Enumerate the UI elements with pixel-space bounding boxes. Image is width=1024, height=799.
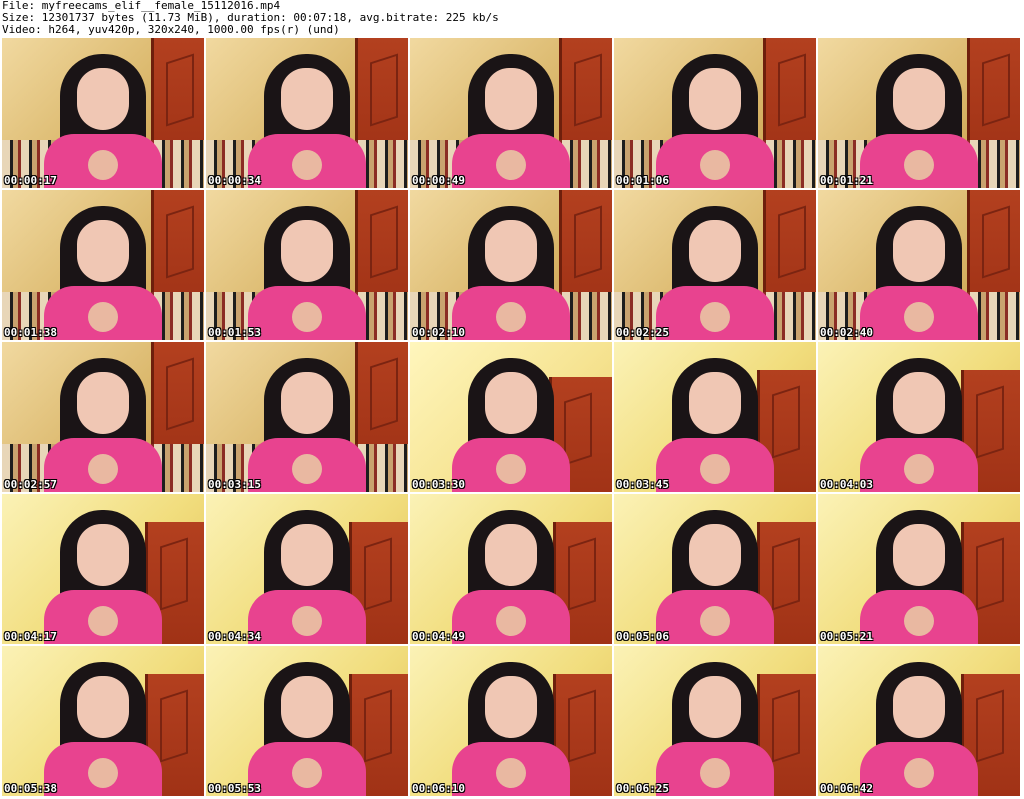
thumbnail: 00:05:21 (818, 494, 1020, 644)
thumbnail: 00:00:49 (410, 38, 612, 188)
timestamp-label: 00:03:15 (208, 478, 261, 491)
thumbnail: 00:01:06 (614, 38, 816, 188)
timestamp-label: 00:00:17 (4, 174, 57, 187)
person-figure (860, 200, 978, 340)
person-figure (248, 656, 366, 796)
thumbnail: 00:06:42 (818, 646, 1020, 796)
timestamp-label: 00:00:34 (208, 174, 261, 187)
person-figure (248, 200, 366, 340)
timestamp-label: 00:00:49 (412, 174, 465, 187)
person-figure (452, 48, 570, 188)
person-figure (860, 48, 978, 188)
thumbnail: 00:02:10 (410, 190, 612, 340)
person-figure (44, 48, 162, 188)
timestamp-label: 00:01:38 (4, 326, 57, 339)
timestamp-label: 00:06:10 (412, 782, 465, 795)
thumbnail-grid: 00:00:17 00:00:34 00:00:49 00:01:06 00:0… (2, 38, 1022, 798)
person-figure (656, 504, 774, 644)
timestamp-label: 00:02:57 (4, 478, 57, 491)
person-figure (656, 48, 774, 188)
thumbnail: 00:03:45 (614, 342, 816, 492)
person-figure (860, 656, 978, 796)
timestamp-label: 00:01:53 (208, 326, 261, 339)
timestamp-label: 00:02:25 (616, 326, 669, 339)
timestamp-label: 00:05:06 (616, 630, 669, 643)
timestamp-label: 00:02:40 (820, 326, 873, 339)
timestamp-label: 00:05:21 (820, 630, 873, 643)
person-figure (656, 200, 774, 340)
thumbnail: 00:06:10 (410, 646, 612, 796)
thumbnail: 00:05:38 (2, 646, 204, 796)
timestamp-label: 00:05:53 (208, 782, 261, 795)
person-figure (44, 200, 162, 340)
thumbnail: 00:03:30 (410, 342, 612, 492)
thumbnail: 00:01:38 (2, 190, 204, 340)
thumbnail: 00:05:06 (614, 494, 816, 644)
person-figure (248, 504, 366, 644)
person-figure (860, 352, 978, 492)
timestamp-label: 00:02:10 (412, 326, 465, 339)
person-figure (452, 504, 570, 644)
file-info-header: File: myfreecams_elif__female_15112016.m… (2, 0, 1022, 36)
person-figure (656, 656, 774, 796)
person-figure (860, 504, 978, 644)
thumbnail: 00:02:25 (614, 190, 816, 340)
video-info-line: Video: h264, yuv420p, 320x240, 1000.00 f… (2, 23, 340, 36)
thumbnail: 00:01:21 (818, 38, 1020, 188)
timestamp-label: 00:01:06 (616, 174, 669, 187)
person-figure (452, 656, 570, 796)
thumbnail: 00:04:17 (2, 494, 204, 644)
timestamp-label: 00:03:30 (412, 478, 465, 491)
thumbnail: 00:04:34 (206, 494, 408, 644)
person-figure (44, 656, 162, 796)
thumbnail: 00:02:57 (2, 342, 204, 492)
person-figure (452, 200, 570, 340)
person-figure (248, 48, 366, 188)
thumbnail: 00:02:40 (818, 190, 1020, 340)
person-figure (656, 352, 774, 492)
thumbnail: 00:04:49 (410, 494, 612, 644)
thumbnail: 00:00:17 (2, 38, 204, 188)
thumbnail: 00:00:34 (206, 38, 408, 188)
timestamp-label: 00:05:38 (4, 782, 57, 795)
timestamp-label: 00:01:21 (820, 174, 873, 187)
timestamp-label: 00:06:25 (616, 782, 669, 795)
person-figure (44, 352, 162, 492)
timestamp-label: 00:04:34 (208, 630, 261, 643)
thumbnail: 00:01:53 (206, 190, 408, 340)
timestamp-label: 00:06:42 (820, 782, 873, 795)
timestamp-label: 00:04:49 (412, 630, 465, 643)
thumbnail: 00:05:53 (206, 646, 408, 796)
timestamp-label: 00:04:17 (4, 630, 57, 643)
timestamp-label: 00:03:45 (616, 478, 669, 491)
person-figure (248, 352, 366, 492)
thumbnail: 00:03:15 (206, 342, 408, 492)
thumbnail: 00:06:25 (614, 646, 816, 796)
person-figure (44, 504, 162, 644)
timestamp-label: 00:04:03 (820, 478, 873, 491)
person-figure (452, 352, 570, 492)
thumbnail: 00:04:03 (818, 342, 1020, 492)
